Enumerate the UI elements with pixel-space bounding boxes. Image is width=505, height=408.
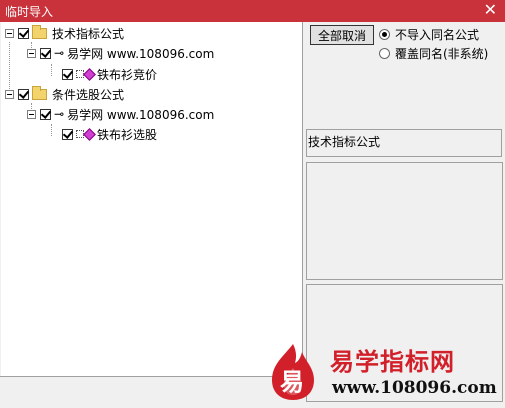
watermark-url: www.108096.com [332,378,497,398]
source-label: 易学网 www.108096.com [67,107,215,122]
source-checkbox[interactable] [40,108,51,120]
collapse-icon[interactable] [27,48,36,58]
window-title: 临时导入 [5,5,54,19]
group-checkbox[interactable] [18,88,29,100]
deselect-all-button[interactable]: 全部取消 [310,25,374,45]
overwrite-label: 覆盖同名(非系统) [395,47,489,61]
tree-line [51,64,52,76]
collapse-icon[interactable] [5,89,14,99]
category-box: 技术指标公式 [306,129,502,157]
group-checkbox[interactable] [18,27,29,39]
formula-label: 铁布衫竞价 [97,67,158,82]
formula-icon [76,127,96,141]
tree-node-source[interactable]: ⊸ 易学网 www.108096.com [27,105,214,123]
key-icon: ⊸ [54,107,65,121]
folder-icon [32,85,47,100]
key-icon: ⊸ [54,46,65,60]
radio-unselected-icon[interactable] [379,48,390,59]
tree-node-formula[interactable]: 铁布衫选股 [62,125,157,143]
tree-node-group[interactable]: 技术指标公式 [5,24,124,42]
formula-icon [76,67,96,81]
tree-node-formula[interactable]: 铁布衫竞价 [62,65,157,83]
formula-checkbox[interactable] [62,128,73,140]
formula-tree[interactable]: 技术指标公式 ⊸ 易学网 www.108096.com 铁布衫竞价 条件选股公式… [1,22,303,376]
collapse-icon[interactable] [27,109,36,119]
group-label: 条件选股公式 [52,87,125,102]
source-checkbox[interactable] [40,47,51,59]
watermark-title: 易学指标网 [330,348,455,376]
radio-selected-icon[interactable] [379,29,390,40]
formula-label: 铁布衫选股 [97,127,158,142]
tree-line [51,124,52,136]
description-box [306,162,503,280]
overwrite-option[interactable]: 覆盖同名(非系统) [379,45,488,62]
skip-duplicates-option[interactable]: 不导入同名公式 [379,26,479,43]
watermark: 易 易学指标网 www.108096.com [262,334,505,407]
status-bar [0,376,302,408]
folder-icon [32,24,47,39]
category-label: 技术指标公式 [308,135,381,149]
tree-node-source[interactable]: ⊸ 易学网 www.108096.com [27,44,214,62]
title-bar: 临时导入 ✕ [0,0,505,22]
formula-checkbox[interactable] [62,68,73,80]
source-label: 易学网 www.108096.com [67,46,215,61]
collapse-icon[interactable] [5,28,14,38]
watermark-logo-letter: 易 [280,368,304,396]
tree-node-group[interactable]: 条件选股公式 [5,85,124,103]
group-label: 技术指标公式 [52,26,125,41]
skip-duplicates-label: 不导入同名公式 [395,28,480,42]
close-icon[interactable]: ✕ [484,1,497,19]
